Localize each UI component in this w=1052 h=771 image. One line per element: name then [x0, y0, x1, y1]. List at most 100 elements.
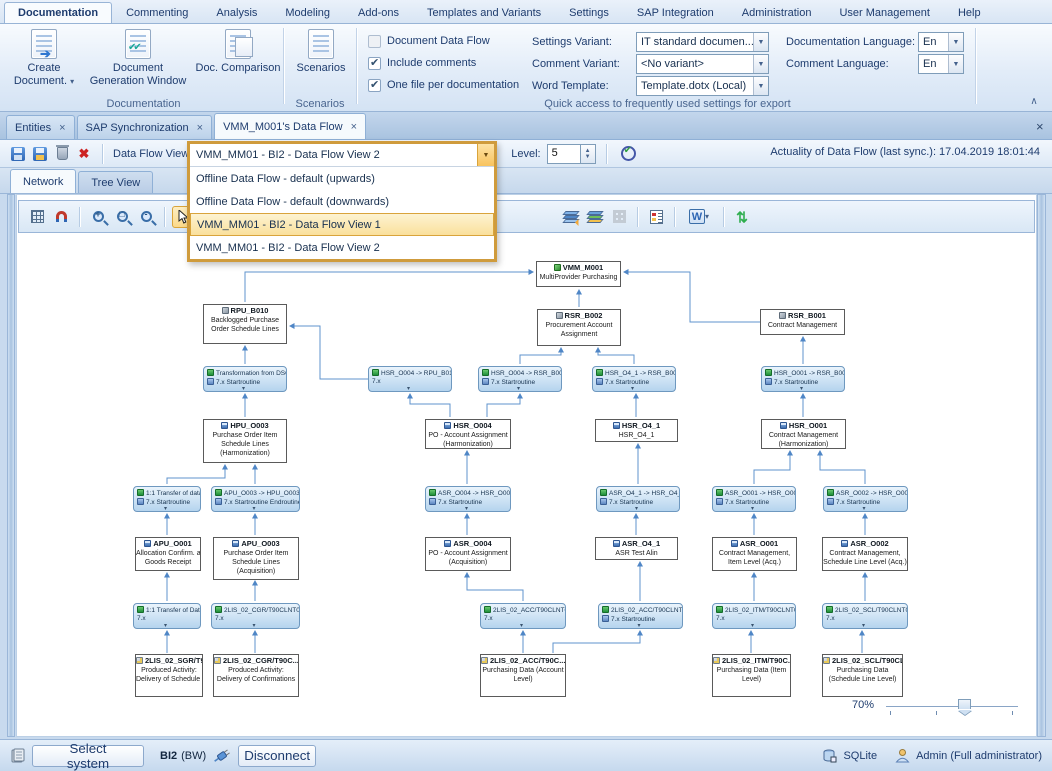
node-T2d[interactable]: ASR_O4_1 -> HSR_O4_17.x Startroutine▾	[596, 486, 680, 512]
right-scrollbar[interactable]	[1037, 194, 1046, 737]
close-icon[interactable]: ×	[351, 121, 357, 133]
node-T3a[interactable]: 1:1 Transfer of Data from 2LIS...7.x▾	[133, 603, 201, 629]
node-T2e[interactable]: ASR_O001 -> HSR_O0017.x Startroutine▾	[712, 486, 796, 512]
view-tab-network[interactable]: Network	[10, 169, 76, 193]
node-T3e[interactable]: 2LIS_02_ITM/T90CLNT090 ->...7.x▾	[712, 603, 796, 629]
node-ASR_O004[interactable]: ASR_O004PO - Account Assignment(Acquisit…	[425, 537, 511, 571]
chevron-down-icon[interactable]: ▼	[948, 55, 963, 73]
node-T3b[interactable]: 2LIS_02_CGR/T90CLNT090 ->...7.x▾	[211, 603, 300, 629]
chevron-down-icon[interactable]: ▼	[477, 144, 494, 166]
remove-view-icon[interactable]: ✖	[74, 144, 94, 164]
node-RPU_B010[interactable]: RPU_B010Backlogged PurchaseOrder Schedul…	[203, 304, 287, 344]
overview-grid-icon[interactable]	[26, 206, 48, 228]
zoom-out-icon[interactable]: -	[135, 206, 157, 228]
node-DS_ITM[interactable]: 2LIS_02_ITM/T90C...Purchasing Data (Item…	[712, 654, 791, 697]
node-RSR_B002[interactable]: RSR_B002Procurement AccountAssignment	[537, 309, 621, 346]
node-T1e[interactable]: HSR_O001 -> RSR_B0017.x Startroutine▾	[761, 366, 845, 392]
level-value[interactable]: 5	[547, 144, 581, 164]
ribbon-tab-sap-integration[interactable]: SAP Integration	[623, 2, 728, 23]
scenarios-button[interactable]: Scenarios	[290, 27, 352, 97]
field-combobox[interactable]: <No variant>▼	[636, 54, 769, 74]
zoom-region-icon[interactable]: □	[111, 206, 133, 228]
ribbon-tab-commenting[interactable]: Commenting	[112, 2, 202, 23]
checkbox[interactable]: ✔	[368, 79, 381, 92]
node-DS_SCL[interactable]: 2LIS_02_SCL/T90CL...Purchasing Data(Sche…	[822, 654, 903, 697]
legend-table-icon[interactable]	[645, 206, 667, 228]
node-T3d[interactable]: 2LIS_02_ACC/T90CLNT090 ->...7.x Startrou…	[598, 603, 683, 629]
node-DS_ACC[interactable]: 2LIS_02_ACC/T90C...Purchasing Data (Acco…	[480, 654, 566, 697]
save-icon[interactable]	[8, 144, 28, 164]
node-HSR_O004[interactable]: HSR_O004PO - Account Assignment(Harmoniz…	[425, 419, 511, 449]
node-T2f[interactable]: ASR_O002 -> HSR_O0017.x Startroutine▾	[823, 486, 908, 512]
chevron-down-icon[interactable]: ▼	[948, 33, 963, 51]
select-system-button[interactable]: Select system	[32, 745, 144, 767]
chevron-down-icon[interactable]: ▼	[753, 55, 768, 73]
stepper-arrows-icon[interactable]: ▲▼	[581, 144, 596, 164]
collapse-ribbon-icon[interactable]: ∧	[1026, 96, 1042, 110]
ribbon-tab-settings[interactable]: Settings	[555, 2, 623, 23]
node-T1c[interactable]: HSR_O004 -> RSR_B0027.x Startroutine▾	[478, 366, 562, 392]
delete-icon[interactable]	[52, 144, 72, 164]
document-tab[interactable]: Entities×	[6, 115, 75, 139]
close-icon[interactable]: ×	[197, 122, 203, 134]
ribbon-tab-analysis[interactable]: Analysis	[202, 2, 271, 23]
node-T2c[interactable]: ASR_O004 -> HSR_O0047.x Startroutine▾	[425, 486, 511, 512]
node-DS_CGR[interactable]: 2LIS_02_CGR/T90C...Produced Activity:Del…	[213, 654, 299, 697]
node-T1a[interactable]: Transformation from DSO HP...7.x Startro…	[203, 366, 287, 392]
close-icon[interactable]: ×	[1036, 119, 1044, 134]
node-RSR_B001[interactable]: RSR_B001Contract Management	[760, 309, 845, 335]
checkbox[interactable]	[368, 35, 381, 48]
dropdown-option[interactable]: Offline Data Flow - default (upwards)	[190, 167, 494, 190]
ribbon-tab-administration[interactable]: Administration	[728, 2, 826, 23]
node-T1d[interactable]: HSR_O4_1 -> RSR_B0027.x Startroutine▾	[592, 366, 676, 392]
node-VMM_M001[interactable]: VMM_M001MultiProvider Purchasing	[536, 261, 621, 287]
left-splitter[interactable]	[7, 194, 15, 737]
ribbon-tab-user-management[interactable]: User Management	[825, 2, 944, 23]
field-combobox[interactable]: IT standard documen...▼	[636, 32, 769, 52]
dropdown-option[interactable]: VMM_MM01 - BI2 - Data Flow View 2	[190, 236, 494, 259]
node-T2b[interactable]: APU_O003 -> HPU_O0037.x Startroutine End…	[211, 486, 300, 512]
field-combobox[interactable]: Template.dotx (Local)▼	[636, 76, 769, 96]
layers-icon[interactable]	[584, 206, 606, 228]
dropdown-option[interactable]: Offline Data Flow - default (downwards)	[190, 190, 494, 213]
checkbox[interactable]: ✔	[368, 57, 381, 70]
node-DS_SGR[interactable]: 2LIS_02_SGR/T90C...Produced Activity:Del…	[135, 654, 203, 697]
word-export-icon[interactable]: W▾	[682, 206, 716, 228]
ribbon-tab-modeling[interactable]: Modeling	[271, 2, 344, 23]
level-stepper[interactable]: 5 ▲▼	[547, 144, 596, 164]
node-T1b[interactable]: HSR_O004 -> RPU_B0107.x▾	[368, 366, 452, 392]
ribbon-tab-documentation[interactable]: Documentation	[4, 2, 112, 23]
language-combobox[interactable]: En▼	[918, 54, 964, 74]
create-document-button[interactable]: ➔ Create Document. ▾	[8, 27, 80, 97]
ribbon-tab-add-ons[interactable]: Add-ons	[344, 2, 413, 23]
refresh-icon[interactable]: ⇄	[731, 206, 753, 228]
view-tab-tree-view[interactable]: Tree View	[78, 171, 153, 193]
edit-layers-icon[interactable]	[560, 206, 582, 228]
node-APU_O003[interactable]: APU_O003Purchase Order ItemSchedule Line…	[213, 537, 299, 580]
node-HPU_O003[interactable]: HPU_O003Purchase Order ItemSchedule Line…	[203, 419, 287, 463]
document-generation-window-button[interactable]: ✔✔ Document Generation Window	[86, 27, 190, 97]
sync-clock-icon[interactable]	[621, 146, 636, 161]
node-T3c[interactable]: 2LIS_02_ACC/T90CLNT090 ->...7.x▾	[480, 603, 566, 629]
zoom-slider-handle[interactable]	[958, 699, 971, 709]
snap-magnet-icon[interactable]	[50, 206, 72, 228]
zoom-in-icon[interactable]: +	[87, 206, 109, 228]
close-icon[interactable]: ×	[59, 122, 65, 134]
node-HSR_O001[interactable]: HSR_O001Contract Management(Harmonizatio…	[761, 419, 846, 449]
chevron-down-icon[interactable]: ▼	[753, 33, 768, 51]
node-ASR_O4_1[interactable]: ASR_O4_1ASR Test Alin	[595, 537, 678, 560]
node-ASR_O001[interactable]: ASR_O001Contract Management,Item Level (…	[712, 537, 797, 571]
ribbon-tab-help[interactable]: Help	[944, 2, 995, 23]
dropdown-option[interactable]: VMM_MM01 - BI2 - Data Flow View 1	[190, 213, 494, 236]
doc-comparison-button[interactable]: Doc. Comparison	[194, 27, 282, 97]
node-HSR_O4_1[interactable]: HSR_O4_1HSR_O4_1	[595, 419, 678, 442]
ribbon-tab-templates-and-variants[interactable]: Templates and Variants	[413, 2, 555, 23]
zoom-slider-track[interactable]	[886, 706, 1018, 707]
node-T2a[interactable]: 1:1 Transfer of data from APU...7.x Star…	[133, 486, 201, 512]
combobox-display[interactable]: VMM_MM01 - BI2 - Data Flow View 2 ▼	[190, 144, 494, 167]
node-ASR_O002[interactable]: ASR_O002Contract Management,Schedule Lin…	[822, 537, 908, 571]
node-APU_O001[interactable]: APU_O001Allocation Confirm. andGoods Rec…	[135, 537, 201, 571]
document-tab[interactable]: VMM_M001's Data Flow×	[214, 113, 366, 139]
node-T3f[interactable]: 2LIS_02_SCL/T90CLNT090 ->...7.x▾	[822, 603, 908, 629]
save-as-icon[interactable]	[30, 144, 50, 164]
